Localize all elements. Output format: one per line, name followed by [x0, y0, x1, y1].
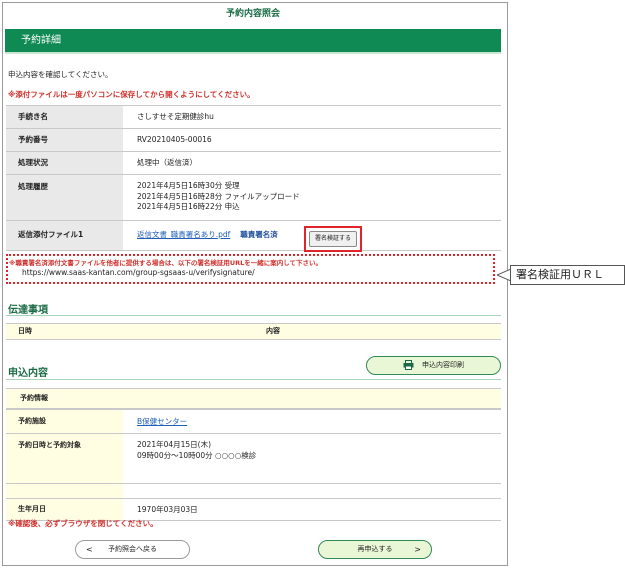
application-table: 予約施設 B保健センター 予約日時と予約対象 2021年04月15日(木) 09…	[6, 409, 501, 521]
application-row: 予約施設 B保健センター	[6, 409, 501, 434]
detail-row: 処理履歴 2021年4月5日16時30分 受理 2021年4月5日16時28分 …	[6, 174, 501, 221]
callout-label: 署名検証用ＵＲＬ	[510, 265, 625, 285]
detail-value: さしすせそ定期健診hu	[123, 105, 501, 129]
back-button[interactable]: < 予約照会へ戻る	[75, 540, 190, 559]
history-line: 2021年4月5日16時28分 ファイルアップロード	[137, 191, 300, 201]
back-button-label: 予約照会へ戻る	[108, 545, 157, 553]
datetime-line: 09時00分～10時00分 ○○○○検診	[137, 450, 257, 460]
detail-key: 予約番号	[6, 128, 123, 152]
attachment-link[interactable]: 返信文書_職責署名あり.pdf	[137, 230, 230, 239]
facility-key: 予約施設	[6, 409, 123, 434]
detail-value: 処理中（返信済）	[123, 151, 501, 175]
section-band: 予約詳細	[5, 29, 501, 52]
print-button-label: 申込内容印刷	[422, 361, 464, 369]
reservation-info-header: 予約情報	[6, 388, 501, 409]
detail-row: 返信添付ファイル1 返信文書_職責署名あり.pdf 職責署名済	[6, 220, 501, 251]
verify-url[interactable]: https://www.saas-kantan.com/group-sgsaas…	[22, 268, 255, 277]
history-line: 2021年4月5日16時22分 申込	[137, 202, 240, 211]
detail-key: 処理履歴	[6, 174, 123, 221]
confirm-message: 申込内容を確認してください。	[8, 70, 113, 79]
verify-button-highlight	[304, 226, 362, 252]
notice-col-date: 日時	[18, 327, 32, 335]
details-table: 手続き名 さしすせそ定期健診hu 予約番号 RV20210405-00016 処…	[6, 105, 501, 251]
detail-key: 処理状況	[6, 151, 123, 175]
notice-col-content: 内容	[266, 327, 280, 335]
attachment-warning: ※添付ファイルは一度パソコンに保存してから開くようにしてください。	[8, 90, 255, 99]
notice-header-row: 日時 内容	[6, 323, 501, 340]
detail-row: 手続き名 さしすせそ定期健診hu	[6, 105, 501, 129]
datetime-line: 2021年04月15日(木)	[137, 440, 212, 449]
detail-key: 返信添付ファイル1	[6, 220, 123, 251]
print-button[interactable]: 申込内容印刷	[366, 356, 501, 375]
datetime-key: 予約日時と予約対象	[6, 433, 123, 484]
verify-note: ※職責署名済添付文書ファイルを他者に提供する場合は、以下の署名検証用URLを一緒…	[9, 259, 323, 267]
detail-value: RV20210405-00016	[123, 128, 501, 152]
notice-title: 伝達事項	[8, 305, 48, 316]
chevron-right-icon: >	[414, 545, 421, 554]
printer-icon	[403, 360, 414, 370]
reapply-button[interactable]: 再申込する >	[318, 540, 432, 559]
application-row: 予約日時と予約対象 2021年04月15日(木) 09時00分～10時00分 ○…	[6, 433, 501, 484]
callout-pointer-icon	[497, 268, 511, 282]
page-title: 予約内容照会	[225, 9, 280, 19]
chevron-left-icon: <	[86, 545, 93, 554]
reapply-button-label: 再申込する	[357, 545, 393, 553]
notice-underline	[6, 315, 501, 316]
history-line: 2021年4月5日16時30分 受理	[137, 181, 240, 190]
detail-row: 予約番号 RV20210405-00016	[6, 128, 501, 152]
detail-row: 処理状況 処理中（返信済）	[6, 151, 501, 175]
history-lines: 2021年4月5日16時30分 受理 2021年4月5日16時28分 ファイルア…	[123, 174, 501, 221]
sign-status: 職責署名済	[240, 230, 278, 239]
application-title: 申込内容	[8, 368, 48, 379]
application-row-spacer	[6, 483, 501, 499]
application-underline	[6, 379, 501, 380]
band-underline	[5, 52, 501, 54]
birth-value: 1970年03月03日	[123, 498, 501, 521]
facility-link[interactable]: B保健センター	[137, 417, 187, 426]
detail-key: 手続き名	[6, 105, 123, 129]
datetime-value: 2021年04月15日(木) 09時00分～10時00分 ○○○○検診	[123, 433, 501, 484]
closing-warning: ※確認後、必ずブラウザを閉じてください。	[8, 519, 158, 528]
